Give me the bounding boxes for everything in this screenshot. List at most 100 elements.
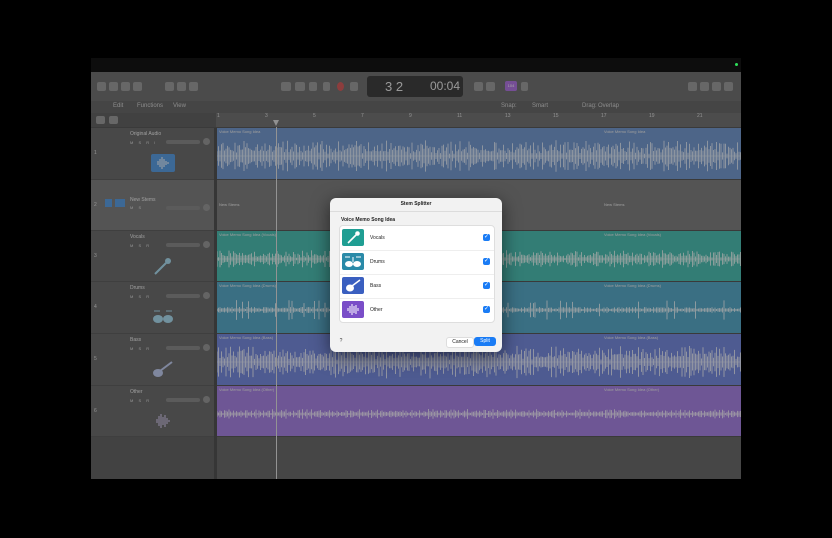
track-number: 5 xyxy=(94,356,97,362)
ruler-tick: 21 xyxy=(697,113,703,119)
track-number: 3 xyxy=(94,253,97,259)
pan-knob[interactable] xyxy=(203,292,210,299)
stem-row-other[interactable]: Other ✓ xyxy=(340,298,494,322)
lcd-bars: 3 2 xyxy=(385,79,404,94)
ruler-tick: 1 xyxy=(217,113,220,119)
region-other[interactable]: Voice Memo Song Idea (Other) Voice Memo … xyxy=(217,386,741,436)
split-button[interactable]: Split xyxy=(474,337,496,346)
ruler-tick: 11 xyxy=(457,113,463,119)
volume-slider[interactable] xyxy=(166,206,200,210)
ruler-tick: 9 xyxy=(409,113,412,119)
track-name: Vocals xyxy=(130,234,145,240)
stem-row-drums[interactable]: Drums ✓ xyxy=(340,250,494,275)
rewind-icon[interactable] xyxy=(281,82,291,91)
pan-knob[interactable] xyxy=(203,138,210,145)
track-buttons[interactable]: M S R xyxy=(130,398,151,403)
tuner-button[interactable] xyxy=(474,82,483,91)
stem-checkbox-drums[interactable]: ✓ xyxy=(483,258,490,265)
track-name: Other xyxy=(130,389,143,395)
toolbar-button[interactable] xyxy=(121,82,130,91)
browser-button[interactable] xyxy=(724,82,733,91)
volume-slider[interactable] xyxy=(166,346,200,350)
track-number: 4 xyxy=(94,304,97,310)
track-buttons[interactable]: M S R xyxy=(130,346,151,351)
stem-row-vocals[interactable]: Vocals ✓ xyxy=(340,226,494,251)
stem-list: Vocals ✓ Drums ✓ Bass ✓ Other ✓ xyxy=(339,225,495,323)
stem-label: Drums xyxy=(370,259,385,265)
drag-select[interactable]: Overlap xyxy=(598,103,619,109)
stack-icon xyxy=(115,199,125,207)
region-label: New Stems xyxy=(604,202,625,207)
volume-slider[interactable] xyxy=(166,243,200,247)
edit-tools-button[interactable] xyxy=(189,82,198,91)
track-buttons[interactable]: M S R xyxy=(130,294,151,299)
menu-functions[interactable]: Functions xyxy=(137,103,163,109)
track-buttons[interactable]: M S R xyxy=(130,243,151,248)
playhead-line[interactable] xyxy=(276,127,277,479)
ruler-tick: 7 xyxy=(361,113,364,119)
tempo-badge[interactable]: 104 xyxy=(505,81,517,91)
track-name: Drums xyxy=(130,285,145,291)
menu-edit[interactable]: Edit xyxy=(113,103,123,109)
menu-view[interactable]: View xyxy=(173,103,186,109)
smart-controls-button[interactable] xyxy=(133,82,142,91)
go-to-start-icon[interactable] xyxy=(309,82,317,91)
loop-browser-button[interactable] xyxy=(712,82,721,91)
playhead-handle[interactable] xyxy=(273,120,279,126)
volume-slider[interactable] xyxy=(166,398,200,402)
pan-knob[interactable] xyxy=(203,204,210,211)
track-list-empty xyxy=(91,437,214,479)
stem-checkbox-vocals[interactable]: ✓ xyxy=(483,234,490,241)
track-header-vocals[interactable]: 3 Vocals M S R xyxy=(91,231,214,282)
track-buttons[interactable]: M S xyxy=(130,205,143,210)
stem-checkbox-other[interactable]: ✓ xyxy=(483,306,490,313)
fast-forward-icon[interactable] xyxy=(295,82,305,91)
pan-knob[interactable] xyxy=(203,344,210,351)
timeline-ruler[interactable]: 1 3 5 7 9 11 13 15 17 19 21 xyxy=(216,113,741,127)
waveform-icon xyxy=(151,154,175,172)
track-header-original-audio[interactable]: 1 Original Audio M S R I xyxy=(91,128,214,180)
metronome-icon[interactable] xyxy=(521,82,528,91)
lcd-display[interactable]: 3 2 00:04 xyxy=(367,76,463,97)
cycle-icon[interactable] xyxy=(350,82,358,91)
editors-button[interactable] xyxy=(177,82,186,91)
tracks-area-empty[interactable] xyxy=(217,437,741,479)
volume-slider[interactable] xyxy=(166,294,200,298)
snap-select[interactable]: Smart xyxy=(532,103,548,109)
library-button[interactable] xyxy=(97,82,106,91)
drums-icon xyxy=(153,310,173,323)
stem-row-bass[interactable]: Bass ✓ xyxy=(340,274,494,299)
waveform-icon xyxy=(342,301,364,318)
drums-icon xyxy=(342,253,364,270)
record-icon[interactable] xyxy=(337,82,344,91)
help-button[interactable]: ? xyxy=(337,337,345,345)
stem-checkbox-bass[interactable]: ✓ xyxy=(483,282,490,289)
track-name: Bass xyxy=(130,337,142,343)
mixer-button[interactable] xyxy=(165,82,174,91)
pan-knob[interactable] xyxy=(203,241,210,248)
waveform-icon xyxy=(156,414,170,428)
cancel-button[interactable]: Cancel xyxy=(446,337,474,348)
add-track-button[interactable] xyxy=(96,116,105,124)
track-header-new-stems[interactable]: 2 New Stems M S xyxy=(91,180,214,231)
inspector-button[interactable] xyxy=(109,82,118,91)
track-header-drums[interactable]: 4 Drums M S R xyxy=(91,282,214,334)
guitar-icon xyxy=(342,277,364,294)
track-options-button[interactable] xyxy=(109,116,118,124)
list-editors-button[interactable] xyxy=(688,82,697,91)
ruler-tick: 13 xyxy=(505,113,511,119)
notepad-button[interactable] xyxy=(700,82,709,91)
play-icon[interactable] xyxy=(323,82,330,91)
region-original-audio[interactable]: Voice Memo Song Idea Voice Memo Song Ide… xyxy=(217,128,741,179)
track-name: New Stems xyxy=(130,197,156,203)
ruler-tick: 17 xyxy=(601,113,607,119)
track-header-other[interactable]: 6 Other M S R xyxy=(91,386,214,437)
volume-slider[interactable] xyxy=(166,140,200,144)
pan-knob[interactable] xyxy=(203,396,210,403)
track-buttons[interactable]: M S R I xyxy=(130,140,157,145)
track-header-bass[interactable]: 5 Bass M S R xyxy=(91,334,214,386)
folder-icon xyxy=(105,199,112,207)
count-in-button[interactable] xyxy=(486,82,495,91)
drag-label: Drag: xyxy=(582,103,597,109)
ruler-row: 1 3 5 7 9 11 13 15 17 19 21 xyxy=(91,113,741,127)
